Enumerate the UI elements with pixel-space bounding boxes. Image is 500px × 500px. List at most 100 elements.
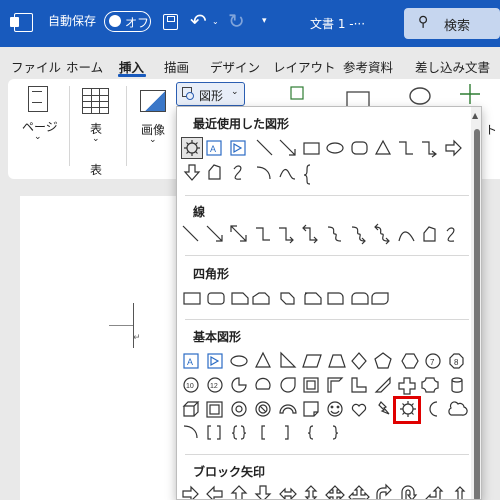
- save-icon[interactable]: [163, 14, 178, 30]
- lightning-bolt-shape[interactable]: [378, 401, 390, 415]
- left-up-arrow-shape[interactable]: [425, 486, 444, 500]
- tab-home[interactable]: ホーム: [66, 57, 103, 76]
- redo-icon[interactable]: ↻: [228, 9, 245, 33]
- scrollbar-thumb[interactable]: [474, 129, 480, 499]
- elbow-double-arrow-shape[interactable]: [302, 224, 318, 244]
- round-single-corner-shape[interactable]: [327, 292, 344, 305]
- heart-shape[interactable]: [351, 403, 367, 417]
- freeform-shape[interactable]: [423, 226, 436, 242]
- elbow-connector-shape[interactable]: [399, 141, 413, 155]
- freeform-shape[interactable]: [208, 164, 221, 180]
- image-chevron-icon[interactable]: ⌄: [149, 135, 157, 145]
- tab-file[interactable]: ファイル: [11, 57, 61, 76]
- scribble-shape[interactable]: [233, 165, 242, 180]
- image-icon[interactable]: [140, 90, 166, 112]
- scroll-up-icon[interactable]: ▲: [472, 111, 478, 120]
- left-bracket-shape[interactable]: [261, 425, 265, 440]
- table-icon[interactable]: [82, 88, 109, 114]
- text-box-shape[interactable]: A: [183, 353, 199, 369]
- left-right-arrow-shape[interactable]: [279, 487, 297, 499]
- curved-double-arrow-shape[interactable]: [374, 223, 390, 245]
- round-diagonal-shape[interactable]: [371, 292, 389, 305]
- curved-connector-shape[interactable]: [327, 226, 342, 242]
- diagonal-stripe-shape[interactable]: [374, 376, 391, 393]
- half-frame-shape[interactable]: [327, 377, 344, 393]
- autosave-toggle[interactable]: オフ: [104, 11, 151, 32]
- up-arrow-shape[interactable]: [230, 485, 248, 500]
- arc-shape[interactable]: [183, 425, 198, 439]
- undo-icon[interactable]: ↶: [190, 9, 207, 33]
- triangle-shape[interactable]: [374, 139, 392, 155]
- frame-shape[interactable]: [303, 377, 319, 393]
- quad-arrow-shape[interactable]: [325, 485, 345, 500]
- isosceles-triangle-shape[interactable]: [255, 351, 271, 368]
- chord-shape[interactable]: [255, 377, 271, 390]
- tab-layout[interactable]: レイアウト: [273, 57, 336, 76]
- donut-shape[interactable]: [231, 401, 247, 417]
- left-right-up-arrow-shape[interactable]: [348, 485, 370, 500]
- curved-arrow-connector-shape[interactable]: [351, 226, 366, 245]
- block-arc-shape[interactable]: [279, 404, 297, 414]
- search-box[interactable]: ⚲ 検索: [404, 8, 500, 39]
- cube-shape[interactable]: [182, 401, 200, 417]
- hexagon-shape[interactable]: [401, 353, 419, 369]
- tab-draw[interactable]: 描画: [164, 57, 189, 76]
- arrow-line-shape[interactable]: [279, 139, 296, 156]
- curve-shape[interactable]: [279, 168, 296, 180]
- folded-corner-shape[interactable]: [303, 401, 319, 417]
- undo-dropdown-icon[interactable]: ⌄: [212, 17, 219, 26]
- arc-shape[interactable]: [256, 166, 271, 180]
- rounded-rectangle-shape[interactable]: [207, 292, 225, 305]
- tab-references[interactable]: 参考資料: [343, 57, 393, 76]
- parallelogram-shape[interactable]: [302, 354, 322, 368]
- round-same-side-shape[interactable]: [351, 292, 369, 305]
- right-arrow-shape[interactable]: [182, 485, 199, 500]
- right-arrow-shape[interactable]: [445, 139, 462, 157]
- tab-design[interactable]: デザイン: [210, 57, 260, 76]
- elbow-arrow-shape[interactable]: [422, 141, 437, 158]
- left-arrow-shape[interactable]: [206, 485, 223, 500]
- down-arrow-shape[interactable]: [254, 485, 272, 500]
- can-shape[interactable]: [451, 377, 463, 393]
- snip-diagonal-shape[interactable]: [280, 292, 295, 305]
- brace-shape[interactable]: [303, 164, 311, 185]
- cloud-shape[interactable]: [448, 401, 468, 416]
- shapes-button[interactable]: 図形 ⌄: [176, 82, 245, 106]
- l-shape[interactable]: [351, 377, 367, 393]
- line-shape[interactable]: [256, 139, 273, 156]
- plus-shape[interactable]: [398, 377, 416, 395]
- down-arrow-shape[interactable]: [183, 164, 201, 181]
- no-symbol-shape[interactable]: [255, 401, 271, 417]
- page-chevron-icon[interactable]: ⌄: [34, 132, 42, 142]
- vertical-text-box-shape[interactable]: [207, 353, 223, 369]
- right-brace-shape[interactable]: [332, 425, 339, 440]
- elbow-connector-shape[interactable]: [256, 227, 270, 241]
- diamond-shape[interactable]: [351, 352, 367, 370]
- oval-shape[interactable]: [326, 142, 344, 154]
- document-title[interactable]: 文書 1 -···: [310, 15, 365, 32]
- customize-quick-access-icon[interactable]: ▾: [262, 16, 267, 26]
- rectangle-shape[interactable]: [303, 142, 320, 155]
- snip-same-side-shape[interactable]: [252, 292, 270, 305]
- bent-up-arrow-shape[interactable]: [450, 486, 466, 500]
- curve-shape[interactable]: [398, 231, 415, 242]
- snip-round-shape[interactable]: [304, 292, 322, 305]
- right-triangle-shape[interactable]: [280, 351, 297, 368]
- teardrop-shape[interactable]: [280, 377, 296, 393]
- left-brace-shape[interactable]: [307, 425, 314, 440]
- double-bracket-shape[interactable]: [207, 425, 221, 440]
- vertical-text-box-shape[interactable]: [230, 140, 246, 156]
- oval-shape[interactable]: [230, 355, 248, 367]
- pie-shape[interactable]: [231, 377, 247, 393]
- line-shape[interactable]: [182, 225, 199, 242]
- scribble-shape[interactable]: [446, 227, 455, 242]
- double-brace-shape[interactable]: [231, 425, 247, 440]
- pentagon-shape[interactable]: [374, 352, 392, 369]
- u-turn-arrow-shape[interactable]: [401, 485, 418, 500]
- double-arrow-line-shape[interactable]: [230, 225, 247, 242]
- tab-mailings[interactable]: 差し込み文書: [415, 57, 490, 76]
- bevel-shape[interactable]: [206, 401, 223, 418]
- table-chevron-icon[interactable]: ⌄: [92, 134, 100, 144]
- bent-arrow-shape[interactable]: [376, 483, 392, 500]
- rounded-rectangle-shape[interactable]: [351, 141, 368, 155]
